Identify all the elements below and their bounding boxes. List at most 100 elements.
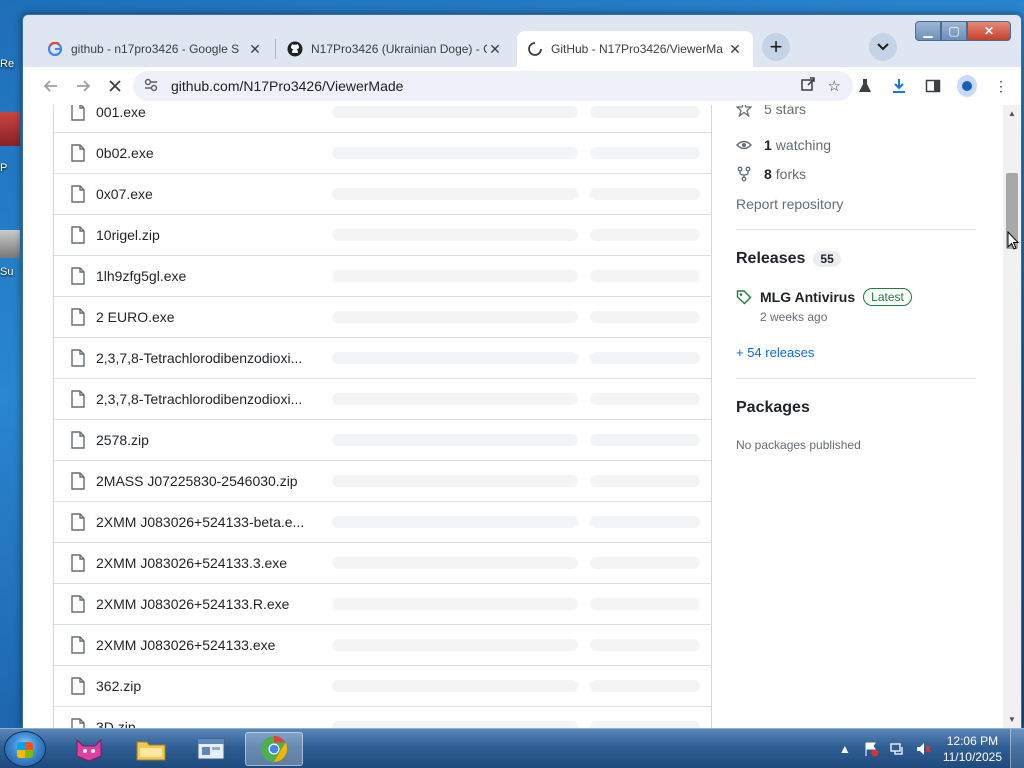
maximize-button[interactable]: ▢ xyxy=(941,21,967,41)
desktop-icon-label[interactable]: Re xyxy=(0,58,22,70)
file-name-link[interactable]: 1lh9zfg5gl.exe xyxy=(96,268,186,284)
google-icon xyxy=(47,41,63,57)
forks-label: forks xyxy=(775,166,807,182)
new-tab-button[interactable]: + xyxy=(762,33,790,61)
file-row[interactable]: 2 EURO.exe xyxy=(54,296,711,337)
file-name-link[interactable]: 2578.zip xyxy=(96,432,149,448)
close-tab-icon[interactable]: ✕ xyxy=(247,41,263,57)
file-name-link[interactable]: 2,3,7,8-Tetrachlorodibenzodioxi... xyxy=(96,391,302,407)
file-row[interactable]: 0b02.exe xyxy=(54,132,711,173)
file-name-link[interactable]: 362.zip xyxy=(96,678,141,694)
file-icon xyxy=(71,431,85,449)
stop-icon xyxy=(109,80,121,92)
forward-button[interactable] xyxy=(69,72,97,100)
releases-heading[interactable]: Releases 55 xyxy=(736,250,841,268)
tab-title: GitHub - N17Pro3426/ViewerMa xyxy=(551,42,723,56)
file-row[interactable]: 362.zip xyxy=(54,665,711,706)
vertical-scrollbar[interactable]: ▲ ▼ xyxy=(1003,105,1021,729)
file-row[interactable]: 3D.zip xyxy=(54,706,711,729)
bookmark-star-icon[interactable]: ☆ xyxy=(828,77,841,95)
file-row[interactable]: 2XMM J083026+524133.3.exe xyxy=(54,542,711,583)
file-name-link[interactable]: 10rigel.zip xyxy=(96,227,160,243)
tab-title: github - n17pro3426 - Google S xyxy=(71,42,240,56)
tab-github-repo[interactable]: GitHub - N17Pro3426/ViewerMa ✕ xyxy=(517,31,753,67)
file-row[interactable]: 2,3,7,8-Tetrachlorodibenzodioxi... xyxy=(54,337,711,378)
file-row[interactable]: 2XMM J083026+524133.exe xyxy=(54,624,711,665)
report-repository-link[interactable]: Report repository xyxy=(736,196,843,212)
stars-row[interactable]: 5 stars xyxy=(736,105,806,117)
cat-app-icon xyxy=(76,738,102,762)
loading-placeholder xyxy=(590,393,700,405)
start-button[interactable] xyxy=(4,731,46,767)
packages-heading[interactable]: Packages xyxy=(736,399,810,417)
file-row[interactable]: 2XMM J083026+524133.R.exe xyxy=(54,583,711,624)
taskbar-app-paint[interactable] xyxy=(60,732,118,766)
side-panel-icon[interactable] xyxy=(923,76,943,96)
more-releases-link[interactable]: + 54 releases xyxy=(736,345,814,360)
file-name-link[interactable]: 2XMM J083026+524133.3.exe xyxy=(96,555,287,571)
release-name[interactable]: MLG Antivirus xyxy=(760,289,855,305)
desktop-app-icon[interactable] xyxy=(0,112,20,146)
taskbar-app-chrome[interactable] xyxy=(245,732,303,766)
file-name-link[interactable]: 0b02.exe xyxy=(96,145,154,161)
site-info-icon[interactable] xyxy=(143,77,161,95)
loading-placeholder xyxy=(332,475,578,487)
tab-github-profile[interactable]: N17Pro3426 (Ukrainian Doge) - G ✕ xyxy=(277,31,513,67)
latest-release[interactable]: MLG Antivirus Latest 2 weeks ago xyxy=(736,288,912,324)
file-name-link[interactable]: 2XMM J083026+524133.R.exe xyxy=(96,596,289,612)
close-window-button[interactable]: ✕ xyxy=(967,21,1011,41)
action-center-flag-icon[interactable] xyxy=(861,739,881,759)
volume-muted-icon[interactable] xyxy=(913,739,933,759)
file-row[interactable]: 2MASS J07225830-2546030.zip xyxy=(54,460,711,501)
file-name-link[interactable]: 2MASS J07225830-2546030.zip xyxy=(96,473,298,489)
tab-search-button[interactable] xyxy=(869,33,897,61)
profile-avatar[interactable] xyxy=(957,75,977,97)
chevron-down-icon xyxy=(877,43,889,51)
file-name-link[interactable]: 2 EURO.exe xyxy=(96,309,175,325)
menu-kebab-icon[interactable]: ⋮ xyxy=(991,76,1011,96)
address-bar[interactable]: github.com/N17Pro3426/ViewerMade ☆ xyxy=(133,71,853,101)
scroll-up-arrow[interactable]: ▲ xyxy=(1003,107,1021,121)
flask-icon[interactable] xyxy=(855,76,875,96)
file-row[interactable]: 2,3,7,8-Tetrachlorodibenzodioxi... xyxy=(54,378,711,419)
download-icon[interactable] xyxy=(889,76,909,96)
file-name-link[interactable]: 2,3,7,8-Tetrachlorodibenzodioxi... xyxy=(96,350,302,366)
github-icon xyxy=(287,41,303,57)
file-name-link[interactable]: 2XMM J083026+524133.exe xyxy=(96,637,275,653)
show-hidden-icons-arrow[interactable]: ▲ xyxy=(835,739,855,759)
desktop-icon-label[interactable]: P xyxy=(0,162,22,174)
stop-loading-button[interactable] xyxy=(101,72,129,100)
desktop-icon-label[interactable]: Su xyxy=(0,266,22,278)
file-row[interactable]: 2XMM J083026+524133-beta.e... xyxy=(54,501,711,542)
file-name-link[interactable]: 0x07.exe xyxy=(96,186,153,202)
forks-row[interactable]: 8 forks xyxy=(736,166,806,182)
tab-title: N17Pro3426 (Ukrainian Doge) - G xyxy=(311,42,487,56)
watching-row[interactable]: 1 watching xyxy=(736,137,831,153)
loading-placeholder xyxy=(332,352,578,364)
file-name-link[interactable]: 2XMM J083026+524133-beta.e... xyxy=(96,514,304,530)
file-row[interactable]: 1lh9zfg5gl.exe xyxy=(54,255,711,296)
show-desktop-button[interactable] xyxy=(1010,729,1024,768)
loading-placeholder xyxy=(332,147,578,159)
back-button[interactable] xyxy=(37,72,65,100)
desktop-app-icon[interactable] xyxy=(0,230,20,258)
minimize-button[interactable]: ▁ xyxy=(915,21,941,41)
release-date: 2 weeks ago xyxy=(760,310,828,324)
taskbar-app-explorer[interactable] xyxy=(122,732,180,766)
url-text[interactable]: github.com/N17Pro3426/ViewerMade xyxy=(171,78,403,94)
loading-placeholder xyxy=(332,598,578,610)
file-name-link[interactable]: 001.exe xyxy=(96,105,146,120)
file-row[interactable]: 001.exe xyxy=(54,105,711,132)
taskbar-app-window[interactable] xyxy=(182,732,240,766)
file-row[interactable]: 0x07.exe xyxy=(54,173,711,214)
file-row[interactable]: 2578.zip xyxy=(54,419,711,460)
network-icon[interactable] xyxy=(887,739,907,759)
scroll-down-arrow[interactable]: ▼ xyxy=(1003,713,1021,727)
close-tab-icon[interactable]: ✕ xyxy=(727,41,743,57)
clock[interactable]: 12:06 PM 11/10/2025 xyxy=(943,733,1002,765)
close-tab-icon[interactable]: ✕ xyxy=(487,41,503,57)
share-icon[interactable] xyxy=(800,76,816,96)
tab-google-search[interactable]: github - n17pro3426 - Google S ✕ xyxy=(37,31,273,67)
releases-title[interactable]: Releases xyxy=(736,250,805,268)
file-row[interactable]: 10rigel.zip xyxy=(54,214,711,255)
